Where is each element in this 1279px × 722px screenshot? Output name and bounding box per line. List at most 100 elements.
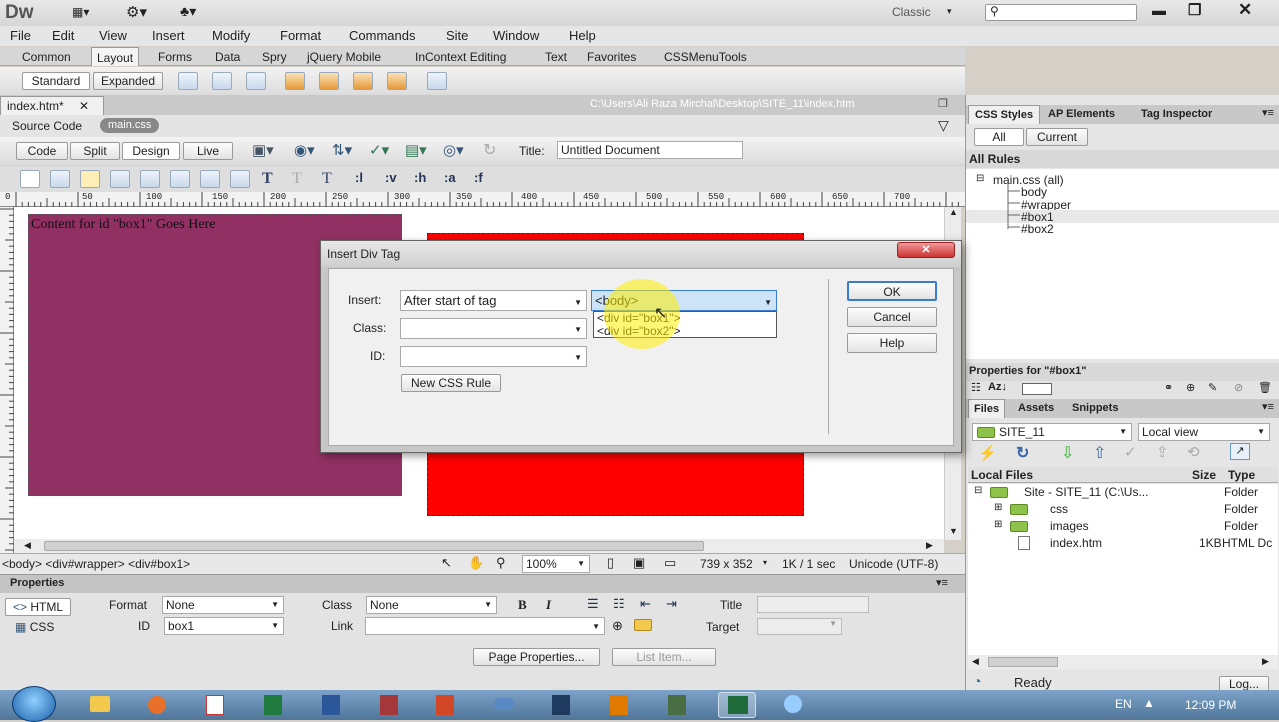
tab-layout[interactable]: Layout	[91, 47, 140, 66]
filter-icon[interactable]: ▽	[938, 117, 949, 134]
outdent-icon[interactable]: ⇤	[640, 596, 651, 612]
panel-menu-icon[interactable]: ▾≡	[1262, 106, 1274, 119]
frames-icon[interactable]	[427, 72, 447, 90]
search-input[interactable]: ⚲	[985, 4, 1137, 21]
gear-icon[interactable]: ⚙▾	[126, 3, 147, 21]
site-select[interactable]: SITE_11 ▼	[972, 423, 1132, 441]
network-taskbar-icon[interactable]	[494, 698, 514, 710]
panel-menu-icon[interactable]: ▾≡	[1262, 400, 1274, 413]
multiscreen-icon[interactable]: ▣▾	[252, 141, 274, 159]
dialog-close-button[interactable]: ✕	[897, 242, 955, 258]
zoom-select[interactable]: 100% ▼	[522, 555, 590, 573]
tree-expand-icon[interactable]: ⊞	[994, 519, 1002, 530]
related-file-main-css[interactable]: main.css	[100, 118, 160, 133]
scroll-thumb[interactable]	[988, 657, 1058, 667]
scroll-right-icon[interactable]: ▶	[1262, 656, 1269, 667]
restore-button[interactable]: ❐	[1188, 1, 1201, 19]
workspace-chevron-icon[interactable]: ▾	[947, 6, 952, 17]
html-mode-button[interactable]: <> HTML	[5, 598, 71, 616]
title-prop-input[interactable]	[757, 596, 869, 613]
design-tool-icon-2[interactable]	[50, 170, 70, 188]
menu-edit[interactable]: Edit	[52, 28, 74, 43]
tab-css-styles[interactable]: CSS Styles	[968, 105, 1041, 124]
tab-snippets[interactable]: Snippets	[1072, 402, 1118, 414]
language-indicator[interactable]: EN	[1115, 697, 1132, 711]
format-select[interactable]: None ▼	[162, 596, 284, 614]
help-button[interactable]: Help	[847, 333, 937, 353]
ordered-list-icon[interactable]: ☷	[613, 596, 625, 612]
class-select[interactable]: ▼	[400, 318, 587, 339]
window-size-chevron-icon[interactable]: ▾	[763, 558, 767, 567]
scroll-up-icon[interactable]: ▲	[949, 207, 958, 217]
tab-forms[interactable]: Forms	[158, 50, 192, 64]
file-row[interactable]: ⊞ images Folder	[968, 518, 1278, 535]
col-size[interactable]: Size	[1192, 468, 1216, 482]
live-view-button[interactable]: Live	[183, 142, 233, 160]
menu-view[interactable]: View	[99, 28, 127, 43]
tab-common[interactable]: Common	[22, 50, 71, 64]
tree-expand-icon[interactable]: ⊞	[994, 502, 1002, 513]
list-item-button[interactable]: List Item...	[612, 648, 716, 666]
visual-aids-icon[interactable]: ◎▾	[443, 141, 464, 159]
menu-help[interactable]: Help	[569, 28, 596, 43]
excel-taskbar-icon[interactable]	[264, 695, 282, 715]
italic-button[interactable]: I	[546, 597, 551, 613]
word-taskbar-icon[interactable]	[322, 695, 340, 715]
tab-data[interactable]: Data	[215, 50, 240, 64]
menu-site[interactable]: Site	[446, 28, 468, 43]
firefox-taskbar-icon[interactable]	[148, 696, 166, 714]
view-select[interactable]: Local view ▼	[1138, 423, 1270, 441]
powerpoint-taskbar-icon[interactable]	[436, 695, 454, 715]
menu-file[interactable]: File	[10, 28, 31, 43]
tag-selector[interactable]: <body> <div#wrapper> <div#box1>	[2, 557, 190, 571]
select-tool-icon[interactable]: ↖	[441, 555, 452, 571]
scroll-left-icon[interactable]: ◀	[972, 656, 979, 667]
design-tool-icon-1[interactable]	[20, 170, 40, 188]
ok-button[interactable]: OK	[847, 281, 937, 301]
unordered-list-icon[interactable]: ☰	[587, 596, 599, 612]
tree-collapse-icon[interactable]: ⊟	[974, 485, 982, 496]
attach-style-icon[interactable]: ⚭	[1164, 381, 1173, 394]
workspace-switcher[interactable]: Classic	[892, 5, 931, 19]
panel-menu-icon[interactable]: ▾≡	[936, 576, 948, 589]
scroll-down-icon[interactable]: ▼	[949, 526, 958, 536]
point-to-file-icon[interactable]: ⊕	[612, 618, 623, 634]
check-out-icon[interactable]: ✓	[1124, 443, 1137, 461]
text-tool-icon-3[interactable]: T	[322, 170, 332, 188]
globe-taskbar-icon[interactable]	[784, 695, 802, 713]
file-management-icon[interactable]: ⇅▾	[332, 141, 352, 159]
all-button[interactable]: All	[974, 128, 1024, 146]
design-tool-icon-5[interactable]	[140, 170, 160, 188]
tab-tag-inspector[interactable]: Tag Inspector	[1141, 108, 1212, 120]
restore-doc-icon[interactable]: ❐	[938, 97, 948, 110]
clock[interactable]: 12:09 PM	[1185, 698, 1236, 712]
bold-button[interactable]: B	[518, 597, 527, 613]
text-tool-icon-1[interactable]: T	[262, 170, 273, 188]
design-tool-icon-6[interactable]	[170, 170, 190, 188]
layout-icon[interactable]: ▦▾	[72, 5, 102, 19]
text-tool-icon-2[interactable]: T	[292, 170, 302, 188]
insert-position-select[interactable]: After start of tag ▼	[400, 290, 587, 311]
desktop-size-icon[interactable]: ▭	[664, 555, 676, 571]
css-mode-button[interactable]: ▦ CSS	[15, 620, 54, 634]
close-tab-icon[interactable]: ✕	[79, 99, 89, 113]
design-tool-icon-3[interactable]	[80, 170, 100, 188]
connect-icon[interactable]: ⚡	[978, 444, 997, 462]
spry-tabs-icon[interactable]	[319, 72, 339, 90]
file-row[interactable]: index.htm 1KB HTML Dc	[968, 535, 1278, 552]
page-properties-button[interactable]: Page Properties...	[473, 648, 600, 666]
category-view-icon[interactable]: ☷	[971, 381, 981, 394]
put-files-icon[interactable]: ⇧	[1093, 443, 1106, 463]
tab-incontext-editing[interactable]: InContext Editing	[415, 50, 506, 64]
indent-icon[interactable]: ⇥	[666, 596, 677, 612]
code-view-button[interactable]: Code	[16, 142, 68, 160]
tab-assets[interactable]: Assets	[1018, 402, 1054, 414]
access-taskbar-icon[interactable]	[380, 695, 398, 715]
menu-commands[interactable]: Commands	[349, 28, 415, 43]
scroll-left-icon[interactable]: ◀	[24, 540, 31, 551]
doc-tab[interactable]: index.htm* ✕	[0, 96, 104, 115]
app-taskbar-icon[interactable]	[668, 695, 686, 715]
expanded-button[interactable]: Expanded	[93, 72, 163, 90]
illustrator-taskbar-icon[interactable]	[610, 695, 628, 715]
close-button[interactable]: ✕	[1238, 0, 1252, 20]
